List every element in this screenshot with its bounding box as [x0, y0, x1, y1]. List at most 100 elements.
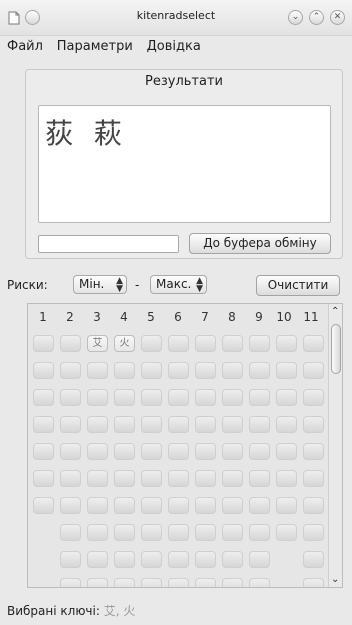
radical-button[interactable] — [249, 443, 270, 460]
radical-button[interactable] — [60, 470, 81, 487]
spin-arrows-icon[interactable]: ▲ ▼ — [196, 277, 203, 294]
radical-button[interactable] — [195, 497, 216, 514]
radical-button[interactable] — [60, 578, 81, 587]
radical-button[interactable] — [303, 443, 324, 460]
radical-button[interactable] — [141, 443, 162, 460]
radical-button[interactable] — [222, 470, 243, 487]
radical-button[interactable] — [168, 470, 189, 487]
radical-button[interactable] — [222, 416, 243, 433]
radical-button[interactable] — [249, 335, 270, 352]
radical-button[interactable] — [195, 443, 216, 460]
radical-button[interactable] — [276, 524, 297, 541]
radical-button[interactable] — [60, 416, 81, 433]
radical-button[interactable] — [87, 416, 108, 433]
radical-button[interactable] — [114, 551, 135, 568]
radical-button[interactable] — [87, 578, 108, 587]
radical-button[interactable] — [114, 389, 135, 406]
radical-button[interactable] — [87, 389, 108, 406]
radical-button[interactable] — [33, 335, 54, 352]
radical-button[interactable] — [249, 416, 270, 433]
radical-button[interactable] — [87, 362, 108, 379]
radical-button[interactable] — [114, 416, 135, 433]
radical-button[interactable] — [222, 578, 243, 587]
radical-button[interactable] — [87, 497, 108, 514]
radical-button[interactable] — [168, 551, 189, 568]
radical-button[interactable] — [60, 335, 81, 352]
radical-button[interactable] — [168, 416, 189, 433]
radical-button[interactable] — [60, 443, 81, 460]
radical-button[interactable] — [60, 497, 81, 514]
radical-button[interactable] — [141, 389, 162, 406]
radical-button[interactable] — [141, 362, 162, 379]
radical-button[interactable] — [222, 443, 243, 460]
radical-button[interactable] — [195, 551, 216, 568]
radical-button[interactable] — [168, 497, 189, 514]
maximize-button[interactable]: ⌃ — [309, 10, 324, 25]
radical-button[interactable] — [33, 416, 54, 433]
radical-button[interactable] — [60, 362, 81, 379]
radical-button[interactable] — [168, 524, 189, 541]
radical-button[interactable] — [195, 524, 216, 541]
radical-button[interactable] — [303, 362, 324, 379]
radical-button[interactable] — [222, 551, 243, 568]
radical-button[interactable]: 火 — [114, 335, 135, 352]
radical-button[interactable] — [276, 470, 297, 487]
radical-button[interactable] — [114, 443, 135, 460]
radical-button[interactable] — [195, 389, 216, 406]
radical-button[interactable] — [303, 524, 324, 541]
menu-file[interactable]: Файл — [7, 37, 43, 57]
radical-button[interactable] — [141, 524, 162, 541]
radical-button[interactable] — [222, 389, 243, 406]
radical-button[interactable] — [303, 416, 324, 433]
radical-button[interactable] — [276, 416, 297, 433]
radical-button[interactable] — [303, 470, 324, 487]
radical-button[interactable] — [276, 443, 297, 460]
radical-button[interactable] — [114, 578, 135, 587]
radical-button[interactable] — [33, 470, 54, 487]
scroll-down-icon[interactable]: ⌄ — [331, 574, 339, 585]
radical-button[interactable] — [303, 389, 324, 406]
radical-button[interactable] — [222, 497, 243, 514]
vertical-scrollbar[interactable]: ⌃ ⌄ — [328, 304, 342, 587]
minimize-button[interactable]: ⌄ — [288, 10, 303, 25]
scroll-thumb[interactable] — [331, 324, 341, 374]
radical-button[interactable] — [303, 497, 324, 514]
radical-button[interactable] — [168, 443, 189, 460]
radical-button[interactable] — [249, 362, 270, 379]
radical-button[interactable] — [249, 470, 270, 487]
clear-button[interactable]: Очистити — [256, 275, 340, 296]
radical-button[interactable] — [303, 335, 324, 352]
copy-to-clipboard-button[interactable]: До буфера обміну — [189, 233, 331, 254]
radical-button[interactable] — [249, 497, 270, 514]
radical-button[interactable] — [87, 470, 108, 487]
radical-button[interactable] — [60, 389, 81, 406]
radical-button[interactable] — [222, 335, 243, 352]
scroll-up-icon[interactable]: ⌃ — [331, 306, 339, 317]
radical-button[interactable] — [114, 497, 135, 514]
radical-button[interactable] — [195, 470, 216, 487]
radical-button[interactable] — [33, 389, 54, 406]
radical-button[interactable] — [87, 524, 108, 541]
radical-button[interactable] — [249, 551, 270, 568]
radical-button[interactable] — [222, 524, 243, 541]
radical-button[interactable] — [195, 335, 216, 352]
radical-button[interactable] — [276, 389, 297, 406]
close-button[interactable]: ✕ — [330, 10, 345, 25]
radical-button[interactable] — [114, 470, 135, 487]
radical-button[interactable] — [303, 578, 324, 587]
radical-button[interactable] — [60, 551, 81, 568]
spin-arrows-icon[interactable]: ▲ ▼ — [116, 277, 123, 294]
radical-button[interactable] — [195, 362, 216, 379]
radical-button[interactable] — [87, 443, 108, 460]
radical-button[interactable] — [195, 416, 216, 433]
radical-button[interactable] — [87, 551, 108, 568]
radical-button[interactable] — [276, 497, 297, 514]
radical-button[interactable] — [114, 362, 135, 379]
radical-button[interactable] — [114, 524, 135, 541]
menu-settings[interactable]: Параметри — [57, 37, 133, 57]
radical-button[interactable] — [249, 389, 270, 406]
radical-button[interactable] — [222, 362, 243, 379]
radical-button[interactable] — [141, 497, 162, 514]
radical-button[interactable] — [168, 578, 189, 587]
radical-button[interactable] — [141, 578, 162, 587]
